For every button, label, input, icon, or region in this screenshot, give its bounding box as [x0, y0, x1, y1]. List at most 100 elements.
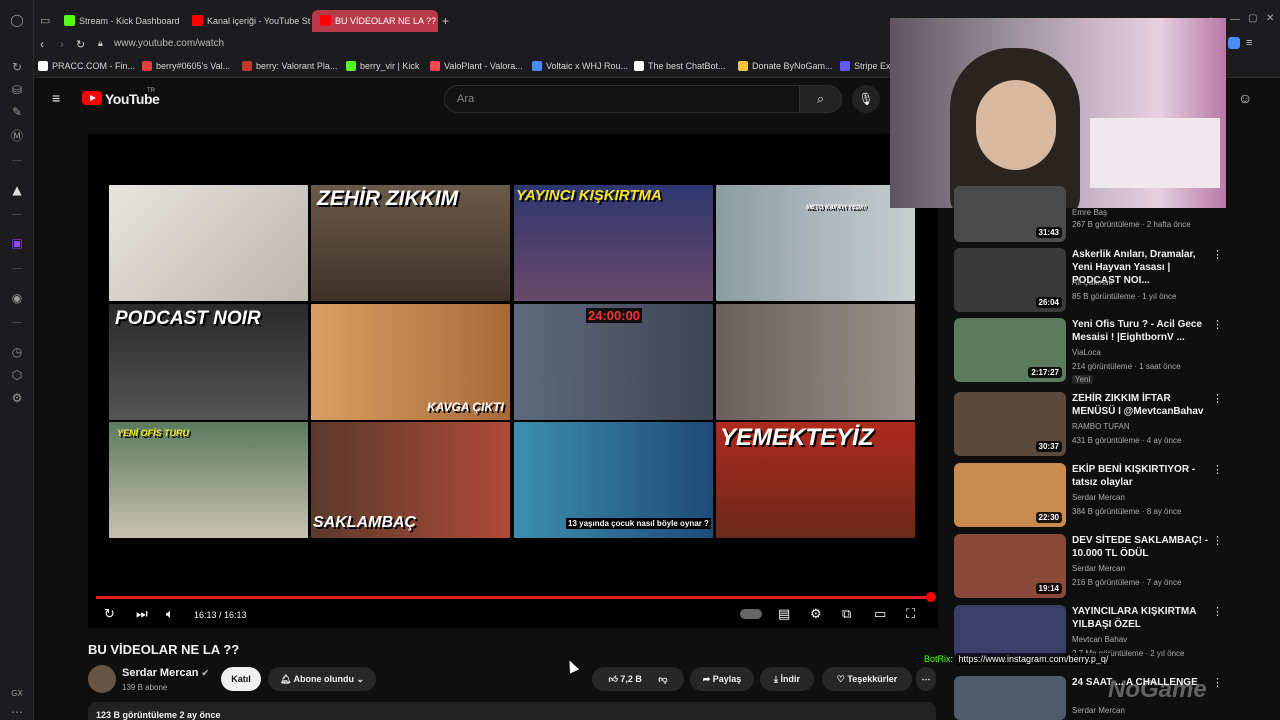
- twitch-icon[interactable]: ▣: [9, 235, 25, 251]
- related-video[interactable]: 22:30 EKİP BENİ KIŞKIRTIYOR - tatsız ola…: [954, 463, 1224, 527]
- search-icon[interactable]: ⌕: [800, 85, 842, 113]
- bookmark-item[interactable]: berry: Valorant Pla...: [242, 61, 337, 71]
- video-description[interactable]: 123 B görüntüleme 2 ay önce: [88, 702, 936, 720]
- url-field[interactable]: www.youtube.com/watch: [114, 38, 224, 49]
- related-channel[interactable]: Ali Çakmak: [1072, 278, 1112, 287]
- bookmark-item[interactable]: Stripe Ex: [840, 61, 891, 71]
- account-icon[interactable]: ☺: [1238, 90, 1252, 106]
- related-thumbnail[interactable]: 22:30: [954, 463, 1066, 527]
- endscreen-video[interactable]: PODCAST NOIR: [109, 304, 308, 420]
- bookmark-item[interactable]: berry_vir | Kick: [346, 61, 419, 71]
- tab-current-video[interactable]: BU VİDEOLAR NE LA ?? -: [312, 10, 438, 32]
- endscreen-video[interactable]: SAKLAMBAÇ: [311, 422, 510, 538]
- extensions-icon[interactable]: ⬡: [9, 367, 25, 383]
- new-tab-icon[interactable]: +: [442, 14, 449, 28]
- back-icon[interactable]: ‹: [40, 37, 44, 51]
- more-options-icon[interactable]: ⋮: [1212, 676, 1223, 689]
- miniplayer-icon[interactable]: ⧉: [842, 606, 851, 624]
- related-title[interactable]: YAYINCILARA KIŞKIRTMA YILBAŞI ÖZEL: [1072, 605, 1212, 631]
- minimize-icon[interactable]: —: [1230, 14, 1240, 25]
- endscreen-video[interactable]: YEMEKTEYİZ: [716, 422, 915, 538]
- extension-icon[interactable]: [1228, 37, 1240, 49]
- join-button[interactable]: Katıl: [221, 667, 261, 691]
- more-icon[interactable]: ⋯: [9, 704, 25, 720]
- bookmark-item[interactable]: Donate ByNoGam...: [738, 61, 833, 71]
- more-options-icon[interactable]: ⋮: [1212, 605, 1223, 618]
- volume-icon[interactable]: 🔈︎: [166, 606, 174, 624]
- youtube-logo-icon[interactable]: [82, 91, 102, 105]
- endscreen-video[interactable]: 24:00:00: [514, 304, 713, 420]
- endscreen-video[interactable]: YAYINCI KIŞKIRTMA: [514, 185, 713, 301]
- settings-gear-icon[interactable]: ⚙: [810, 606, 822, 624]
- more-actions-icon[interactable]: ⋯: [916, 667, 936, 691]
- tab-kick-dashboard[interactable]: Stream - Kick Dashboard: [56, 10, 182, 32]
- related-channel[interactable]: Emre Baş: [1072, 208, 1107, 217]
- next-icon[interactable]: ⏭: [136, 606, 148, 624]
- more-options-icon[interactable]: ⋮: [1212, 392, 1223, 405]
- related-channel[interactable]: RAMBO TUFAN: [1072, 422, 1130, 431]
- more-options-icon[interactable]: ⋮: [1212, 463, 1223, 476]
- thanks-button[interactable]: ♡ Teşekkürler: [822, 667, 912, 691]
- bookmark-item[interactable]: The best ChatBot...: [634, 61, 726, 71]
- tab-youtube-studio[interactable]: Kanal içeriği - YouTube St: [184, 10, 310, 32]
- channel-name[interactable]: Serdar Mercan ✔: [122, 667, 209, 679]
- endscreen-video[interactable]: YENİ OFİS TURU: [109, 422, 308, 538]
- player-icon[interactable]: ◉: [9, 290, 25, 306]
- hamburger-menu-icon[interactable]: ≡: [52, 90, 60, 106]
- avatar[interactable]: [88, 665, 116, 693]
- endscreen-video[interactable]: ZEHİR ZIKKIM: [311, 185, 510, 301]
- reload-icon[interactable]: ↻: [76, 38, 85, 51]
- bag-icon[interactable]: ⛁: [9, 82, 25, 98]
- share-button[interactable]: ➦ Paylaş: [690, 667, 754, 691]
- related-channel[interactable]: Serdar Mercan: [1072, 564, 1125, 573]
- related-channel[interactable]: Serdar Mercan: [1072, 493, 1125, 502]
- related-thumbnail[interactable]: [954, 676, 1066, 720]
- related-title[interactable]: DEV SİTEDE SAKLAMBAÇ! - 10.000 TL ÖDÜL: [1072, 534, 1212, 560]
- search-input[interactable]: Ara: [444, 85, 800, 113]
- bookmark-item[interactable]: ValoPlant - Valora...: [430, 61, 523, 71]
- edit-icon[interactable]: ✎: [9, 104, 25, 120]
- related-video[interactable]: 19:14 DEV SİTEDE SAKLAMBAÇ! - 10.000 TL …: [954, 534, 1224, 598]
- mic-icon[interactable]: 🎙︎: [852, 85, 880, 113]
- speed-dial-icon[interactable]: ↻: [9, 59, 25, 75]
- related-video[interactable]: 26:04 Askerlik Anıları, Dramalar, Yeni H…: [954, 248, 1224, 312]
- endscreen-video[interactable]: 13 yaşında çocuk nasıl böyle oynar ?: [514, 422, 713, 538]
- related-video[interactable]: 2:17:27 Yeni Ofis Turu ? - Acil Gece Mes…: [954, 318, 1224, 384]
- more-options-icon[interactable]: ⋮: [1212, 248, 1223, 261]
- related-channel[interactable]: ViaLoca: [1072, 348, 1101, 357]
- related-thumbnail[interactable]: [954, 605, 1066, 657]
- more-options-icon[interactable]: ⋮: [1212, 318, 1223, 331]
- messenger-icon[interactable]: Ⓜ: [9, 128, 25, 144]
- related-thumbnail[interactable]: 30:37: [954, 392, 1066, 456]
- like-count[interactable]: 7,2 B: [620, 674, 642, 684]
- like-icon[interactable]: 👍︎: [608, 674, 617, 684]
- related-thumbnail[interactable]: 2:17:27: [954, 318, 1066, 382]
- video-player[interactable]: ZEHİR ZIKKIM YAYINCI KIŞKIRTMA METO KAFA…: [88, 134, 938, 628]
- menu-icon[interactable]: ≡: [1246, 37, 1252, 49]
- tab-strip-icon[interactable]: ▭: [40, 14, 50, 27]
- aria-icon[interactable]: ▲: [9, 182, 25, 198]
- theater-mode-icon[interactable]: ▭: [874, 606, 886, 624]
- related-thumbnail[interactable]: 19:14: [954, 534, 1066, 598]
- subscribed-button[interactable]: 🔔︎ Abone olundu ⌄: [268, 667, 376, 691]
- related-title[interactable]: Yeni Ofis Turu ? - Acil Gece Mesaisi ! |…: [1072, 318, 1212, 344]
- related-video[interactable]: YAYINCILARA KIŞKIRTMA YILBAŞI ÖZEL Mevtc…: [954, 605, 1224, 658]
- endscreen-video[interactable]: [109, 185, 308, 301]
- download-button[interactable]: ⤓ İndir: [760, 667, 814, 691]
- bookmark-item[interactable]: berry#0605's Val...: [142, 61, 230, 71]
- related-thumbnail[interactable]: 31:43: [954, 186, 1066, 242]
- progress-bar[interactable]: [96, 596, 930, 599]
- bookmark-item[interactable]: PRACC.COM - Fin...: [38, 61, 135, 71]
- dislike-icon[interactable]: 👎︎: [658, 674, 667, 684]
- history-icon[interactable]: ◷: [9, 344, 25, 360]
- endscreen-video[interactable]: [716, 304, 915, 420]
- endscreen-video[interactable]: METO KAFAYI YEDİ!!: [716, 185, 915, 301]
- forward-icon[interactable]: ›: [60, 37, 64, 51]
- progress-scrubber[interactable]: [926, 592, 936, 602]
- settings-icon[interactable]: ⚙: [9, 390, 25, 406]
- related-video[interactable]: 31:43 Emre Baş 267 B görüntüleme · 2 haf…: [954, 186, 1224, 242]
- more-options-icon[interactable]: ⋮: [1212, 534, 1223, 547]
- fullscreen-icon[interactable]: ⛶: [906, 606, 915, 624]
- related-channel[interactable]: Serdar Mercan: [1072, 706, 1125, 715]
- bookmark-item[interactable]: Voltaic x WHJ Rou...: [532, 61, 628, 71]
